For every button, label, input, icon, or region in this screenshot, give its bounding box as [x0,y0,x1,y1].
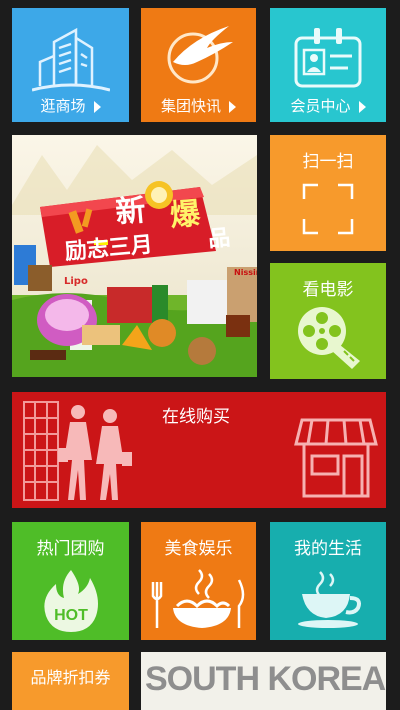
arrow-right-icon [229,100,236,113]
online-purchase-tile[interactable]: 在线购买 [12,392,386,508]
news-tile[interactable]: 集团快讯 [141,8,256,122]
brand-coupon-label: 品牌折扣券 [30,668,111,687]
coffee-cup-icon [298,571,361,628]
member-card-icon [294,28,362,88]
banner-end-text: 品 [207,225,232,253]
group-buy-label: 热门团购 [36,539,105,559]
svg-text:HOT: HOT [54,607,88,624]
banner-burst-mark: 爆 [168,196,202,234]
food-entertainment-label: 美食娱乐 [164,539,233,559]
online-purchase-label: 在线购买 [162,407,230,427]
product-lipo-label: Lipo [64,276,88,287]
promo-banner[interactable]: 新 爆 励志三月 品 Lipo Nissin [12,135,257,377]
noodle-bowl-icon [151,569,245,628]
movie-tile[interactable]: 看电影 [270,263,386,379]
brand-coupon-tile[interactable]: 品牌折扣券 [12,652,129,710]
shopping-women-icon [23,401,132,501]
south-korea-text: SOUTH KOREA [145,660,386,698]
group-buy-tile[interactable]: 热门团购 HOT [12,522,129,640]
shop-icon [294,418,378,498]
south-korea-promo-tile[interactable]: SOUTH KOREA [141,652,386,710]
news-label: 集团快讯 [141,95,256,116]
member-label: 会员中心 [270,95,386,116]
building-icon [32,27,110,92]
product-nissin-label: Nissin [234,268,257,277]
my-life-tile[interactable]: 我的生活 [270,522,386,640]
mall-label: 逛商场 [12,95,129,116]
mall-tile[interactable]: 逛商场 [12,8,129,122]
scan-tile[interactable]: 扫一扫 [270,135,386,251]
phoenix-logo-icon [167,26,233,84]
member-tile[interactable]: 会员中心 [270,8,386,122]
movie-label: 看电影 [302,280,354,300]
scan-label: 扫一扫 [302,152,354,172]
arrow-right-icon [93,100,101,113]
film-reel-icon [298,307,360,369]
banner-new-mark: 新 [114,193,148,231]
hot-flame-icon: HOT [44,570,98,632]
food-entertainment-tile[interactable]: 美食娱乐 [141,522,256,640]
scan-frame-icon [302,183,354,235]
arrow-right-icon [358,100,366,113]
my-life-label: 我的生活 [294,539,362,559]
